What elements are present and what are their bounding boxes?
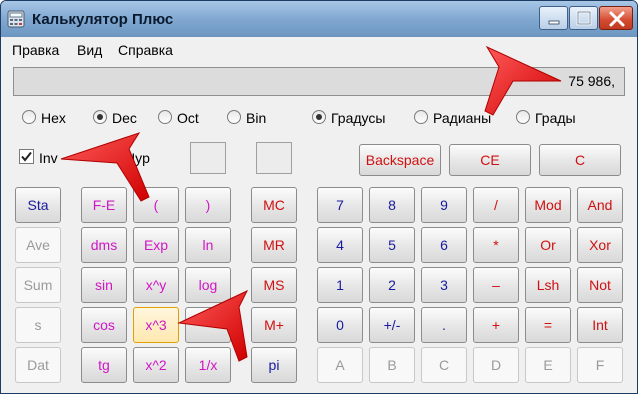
tg-button[interactable]: tg — [81, 347, 127, 383]
clear-entry-button[interactable]: CE — [449, 144, 531, 176]
memory-store-button[interactable]: MS — [251, 267, 297, 303]
display-value: 75 986, — [568, 73, 615, 89]
radio-bin-label: Bin — [246, 110, 267, 126]
calculator-window: Калькулятор Плюс Правка Вид Справка 75 9… — [0, 0, 638, 394]
stat-dat-button[interactable]: Dat — [15, 347, 61, 383]
radio-degrees-label: Градусы — [331, 110, 386, 126]
maximize-icon — [576, 10, 592, 26]
x-pow-y-button[interactable]: x^y — [133, 267, 179, 303]
calculator-app-icon — [7, 10, 25, 28]
digit-6-button[interactable]: 6 — [421, 227, 467, 263]
and-button[interactable]: And — [577, 187, 623, 223]
mod-button[interactable]: Mod — [525, 187, 571, 223]
divide-button[interactable]: / — [473, 187, 519, 223]
equals-button[interactable]: = — [525, 307, 571, 343]
maximize-button[interactable] — [569, 6, 598, 30]
menu-edit[interactable]: Правка — [12, 42, 59, 58]
int-button[interactable]: Int — [577, 307, 623, 343]
x-cubed-button[interactable]: x^3 — [133, 307, 179, 343]
dms-button[interactable]: dms — [81, 227, 127, 263]
menu-bar: Правка Вид Справка — [1, 37, 637, 62]
pi-button[interactable]: pi — [251, 347, 297, 383]
clear-button[interactable]: C — [539, 144, 621, 176]
close-button[interactable] — [599, 6, 633, 30]
radio-oct-label: Oct — [177, 110, 199, 126]
radio-circle — [227, 110, 241, 124]
stat-s-button[interactable]: s — [15, 307, 61, 343]
decimal-point-button[interactable]: . — [421, 307, 467, 343]
hex-f-button[interactable]: F — [577, 347, 623, 383]
digit-1-button[interactable]: 1 — [317, 267, 363, 303]
digit-8-button[interactable]: 8 — [369, 187, 415, 223]
digit-9-button[interactable]: 9 — [421, 187, 467, 223]
radio-dec-label: Dec — [112, 110, 137, 126]
close-paren-button[interactable]: ) — [185, 187, 231, 223]
sign-toggle-button[interactable]: +/- — [369, 307, 415, 343]
hex-e-button[interactable]: E — [525, 347, 571, 383]
fe-button[interactable]: F-E — [81, 187, 127, 223]
digit-5-button[interactable]: 5 — [369, 227, 415, 263]
lsh-button[interactable]: Lsh — [525, 267, 571, 303]
radio-circle — [312, 110, 326, 124]
radio-grads-label: Грады — [535, 110, 576, 126]
hex-a-button[interactable]: A — [317, 347, 363, 383]
digit-2-button[interactable]: 2 — [369, 267, 415, 303]
stat-sum-button[interactable]: Sum — [15, 267, 61, 303]
menu-help[interactable]: Справка — [118, 42, 173, 58]
digit-7-button[interactable]: 7 — [317, 187, 363, 223]
calculator-display: 75 986, — [13, 67, 625, 96]
radio-circle — [22, 110, 36, 124]
inv-checkbox[interactable] — [19, 149, 34, 164]
digit-4-button[interactable]: 4 — [317, 227, 363, 263]
backspace-button[interactable]: Backspace — [359, 144, 441, 176]
checkmark-icon — [21, 151, 32, 162]
memory-indicator-box — [256, 142, 292, 174]
xor-button[interactable]: Xor — [577, 227, 623, 263]
window-title: Калькулятор Плюс — [32, 11, 174, 28]
sin-button[interactable]: sin — [81, 267, 127, 303]
digit-0-button[interactable]: 0 — [317, 307, 363, 343]
digit-3-button[interactable]: 3 — [421, 267, 467, 303]
not-button[interactable]: Not — [577, 267, 623, 303]
radio-circle — [516, 110, 530, 124]
minimize-button[interactable] — [539, 6, 568, 30]
inv-label: Inv — [39, 150, 58, 166]
log-button[interactable]: log — [185, 267, 231, 303]
memory-recall-button[interactable]: MR — [251, 227, 297, 263]
radio-circle — [158, 110, 172, 124]
subtract-button[interactable]: – — [473, 267, 519, 303]
ln-button[interactable]: ln — [185, 227, 231, 263]
multiply-button[interactable]: * — [473, 227, 519, 263]
cos-button[interactable]: cos — [81, 307, 127, 343]
stat-sta-button[interactable]: Sta — [15, 187, 61, 223]
minimize-icon — [548, 20, 560, 25]
n-factorial-button[interactable] — [185, 307, 231, 343]
menu-view[interactable]: Вид — [77, 42, 102, 58]
or-button[interactable]: Or — [525, 227, 571, 263]
hyp-label: Hyp — [125, 150, 150, 166]
reciprocal-button[interactable]: 1/x — [185, 347, 231, 383]
hex-c-button[interactable]: C — [421, 347, 467, 383]
radio-circle — [414, 110, 428, 124]
radio-hex-label: Hex — [41, 110, 66, 126]
hex-d-button[interactable]: D — [473, 347, 519, 383]
hex-b-button[interactable]: B — [369, 347, 415, 383]
x-squared-button[interactable]: x^2 — [133, 347, 179, 383]
paren-indicator-box — [190, 142, 226, 174]
stat-ave-button[interactable]: Ave — [15, 227, 61, 263]
open-paren-button[interactable]: ( — [133, 187, 179, 223]
radio-radians-label: Радианы — [433, 110, 492, 126]
memory-add-button[interactable]: M+ — [251, 307, 297, 343]
exp-button[interactable]: Exp — [133, 227, 179, 263]
memory-clear-button[interactable]: MC — [251, 187, 297, 223]
close-icon — [609, 11, 625, 27]
radio-circle — [93, 110, 107, 124]
title-bar[interactable]: Калькулятор Плюс — [1, 1, 637, 37]
add-button[interactable]: + — [473, 307, 519, 343]
